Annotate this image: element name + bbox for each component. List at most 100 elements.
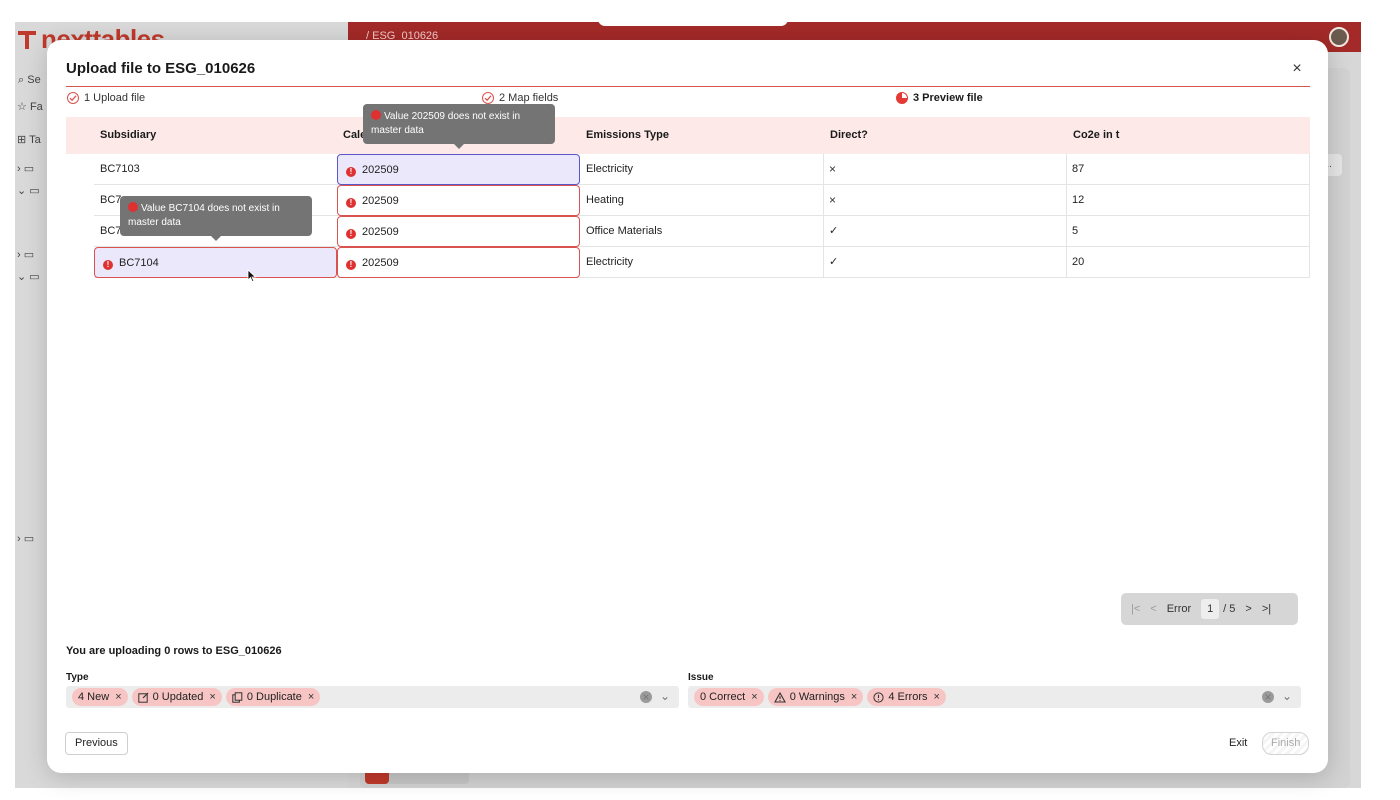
- cell-emissions-type[interactable]: Heating: [580, 185, 823, 216]
- duplicate-icon: [232, 691, 243, 703]
- column-header-subsidiary[interactable]: Subsidiary: [100, 117, 156, 154]
- chip-errors[interactable]: 4 Errors ×: [867, 688, 946, 706]
- type-filter-select[interactable]: 4 New × 0 Updated × 0 Duplicate × × ⌄: [66, 686, 679, 708]
- column-divider: [1309, 154, 1310, 185]
- cell-calendar-value: 202509: [362, 226, 399, 238]
- cell-calendar-error[interactable]: ! 202509: [337, 247, 580, 278]
- cell-emissions-type[interactable]: Electricity: [580, 154, 823, 185]
- chip-remove-icon[interactable]: ×: [851, 691, 857, 703]
- folder-icon: ▭: [23, 249, 35, 261]
- column-header-direct[interactable]: Direct?: [830, 117, 868, 154]
- sidebar-folder[interactable]: ⌄ ▭: [17, 270, 40, 283]
- chip-duplicate[interactable]: 0 Duplicate ×: [225, 688, 321, 706]
- sidebar-favorites[interactable]: ☆ Fa: [17, 100, 43, 113]
- sidebar-tables[interactable]: ⊞ Ta: [17, 133, 41, 146]
- mouse-pointer-icon: [247, 269, 257, 283]
- table-header: Subsidiary Cale Emissions Type Direct? C…: [66, 117, 1310, 154]
- error-dot-icon: [128, 202, 138, 212]
- column-divider: [1309, 216, 1310, 247]
- cell-calendar-error[interactable]: ! 202509: [337, 154, 580, 185]
- close-icon: ×: [1292, 60, 1302, 77]
- chip-remove-icon[interactable]: ×: [115, 691, 121, 703]
- chip-warnings[interactable]: 0 Warnings ×: [767, 688, 864, 706]
- first-page-button[interactable]: |<: [1131, 603, 1140, 615]
- chip-new[interactable]: 4 New ×: [72, 688, 128, 706]
- error-icon: !: [346, 229, 356, 239]
- error-icon: !: [103, 260, 113, 270]
- cell-co2e[interactable]: 20: [1066, 247, 1309, 278]
- cell-calendar-value: 202509: [362, 164, 399, 176]
- column-divider: [1309, 185, 1310, 216]
- column-header-emissions-type[interactable]: Emissions Type: [586, 117, 669, 154]
- chip-label: 4 New: [78, 691, 110, 703]
- chip-remove-icon[interactable]: ×: [933, 691, 939, 703]
- cell-direct[interactable]: ✓: [823, 216, 1066, 247]
- sidebar-folder[interactable]: › ▭: [17, 162, 34, 175]
- error-dot-icon: [371, 110, 381, 120]
- clear-icon[interactable]: ×: [1262, 691, 1274, 703]
- pager-total: / 5: [1223, 603, 1236, 615]
- tooltip-text: Value 202509 does not exist in master da…: [371, 111, 521, 136]
- folder-icon: ▭: [29, 185, 40, 197]
- pager-current-input[interactable]: 1: [1201, 599, 1220, 619]
- cell-co2e[interactable]: 12: [1066, 185, 1309, 216]
- previous-button[interactable]: Previous: [65, 732, 128, 755]
- sidebar-favorites-label: Fa: [29, 101, 43, 113]
- check-circle-icon: [482, 92, 494, 104]
- upload-modal: Upload file to ESG_010626 × 1 Upload fil…: [47, 40, 1328, 773]
- top-search-pill[interactable]: [598, 22, 788, 26]
- step-map-fields[interactable]: 2 Map fields: [482, 92, 558, 104]
- cell-emissions-type[interactable]: Office Materials: [580, 216, 823, 247]
- cell-subsidiary[interactable]: BC7103: [94, 154, 337, 185]
- step-upload-file[interactable]: 1 Upload file: [67, 92, 145, 104]
- prev-error-button[interactable]: <: [1150, 603, 1156, 615]
- cell-direct[interactable]: ×: [823, 185, 1066, 216]
- chip-updated[interactable]: 0 Updated ×: [131, 688, 222, 706]
- cell-direct[interactable]: ×: [823, 154, 1066, 185]
- finish-button[interactable]: Finish: [1262, 732, 1310, 755]
- search-icon: ⌕: [18, 74, 25, 86]
- type-filter-label: Type: [66, 672, 89, 683]
- error-icon: !: [346, 260, 356, 270]
- step-label: 2 Map fields: [499, 92, 559, 104]
- chevron-down-icon[interactable]: ⌄: [1282, 689, 1292, 703]
- folder-icon: ▭: [23, 163, 35, 175]
- cell-subsidiary-error[interactable]: ! BC7104: [94, 247, 337, 278]
- next-error-button[interactable]: >: [1245, 603, 1251, 615]
- chip-label: 0 Duplicate: [246, 691, 302, 703]
- cell-co2e[interactable]: 87: [1066, 154, 1309, 185]
- cell-co2e[interactable]: 5: [1066, 216, 1309, 247]
- chevron-down-icon: ⌄: [17, 185, 27, 197]
- cell-direct[interactable]: ✓: [823, 247, 1066, 278]
- sidebar-folder[interactable]: › ▭: [17, 532, 34, 545]
- avatar[interactable]: [1329, 27, 1349, 47]
- clear-icon[interactable]: ×: [640, 691, 652, 703]
- error-icon: !: [346, 167, 356, 177]
- chip-correct[interactable]: 0 Correct ×: [694, 688, 764, 706]
- issue-filter-select[interactable]: 0 Correct × 0 Warnings × 4 Errors × × ⌄: [688, 686, 1301, 708]
- cell-calendar-error[interactable]: ! 202509: [337, 216, 580, 247]
- chip-label: 0 Correct: [700, 691, 746, 703]
- chip-remove-icon[interactable]: ×: [308, 691, 314, 703]
- close-button[interactable]: ×: [1288, 60, 1306, 78]
- step-preview-file[interactable]: 3 Preview file: [896, 92, 983, 104]
- last-page-button[interactable]: >|: [1262, 603, 1271, 615]
- sidebar-tables-label: Ta: [29, 134, 41, 146]
- table-row[interactable]: BC7103 ! 202509 Electricity × 87: [94, 154, 1310, 185]
- sidebar-search[interactable]: ⌕ Se: [18, 74, 41, 87]
- subsidiary-error-tooltip: Value BC7104 does not exist in master da…: [120, 196, 312, 241]
- chevron-right-icon: ›: [17, 163, 21, 175]
- cell-emissions-type[interactable]: Electricity: [580, 247, 823, 278]
- chip-remove-icon[interactable]: ×: [209, 691, 215, 703]
- cell-calendar-value: 202509: [362, 195, 399, 207]
- chip-remove-icon[interactable]: ×: [751, 691, 757, 703]
- sidebar-folder[interactable]: ⌄ ▭: [17, 184, 40, 197]
- exit-button[interactable]: Exit: [1229, 737, 1247, 749]
- sidebar-folder[interactable]: › ▭: [17, 248, 34, 261]
- cell-calendar-error[interactable]: ! 202509: [337, 185, 580, 216]
- cross-icon: ×: [829, 162, 837, 176]
- cell-calendar-value: 202509: [362, 257, 399, 269]
- column-header-co2e[interactable]: Co2e in t: [1073, 117, 1119, 154]
- chevron-down-icon[interactable]: ⌄: [660, 689, 670, 703]
- table-row[interactable]: ! BC7104 ! 202509 Electricity ✓ 20: [94, 247, 1310, 278]
